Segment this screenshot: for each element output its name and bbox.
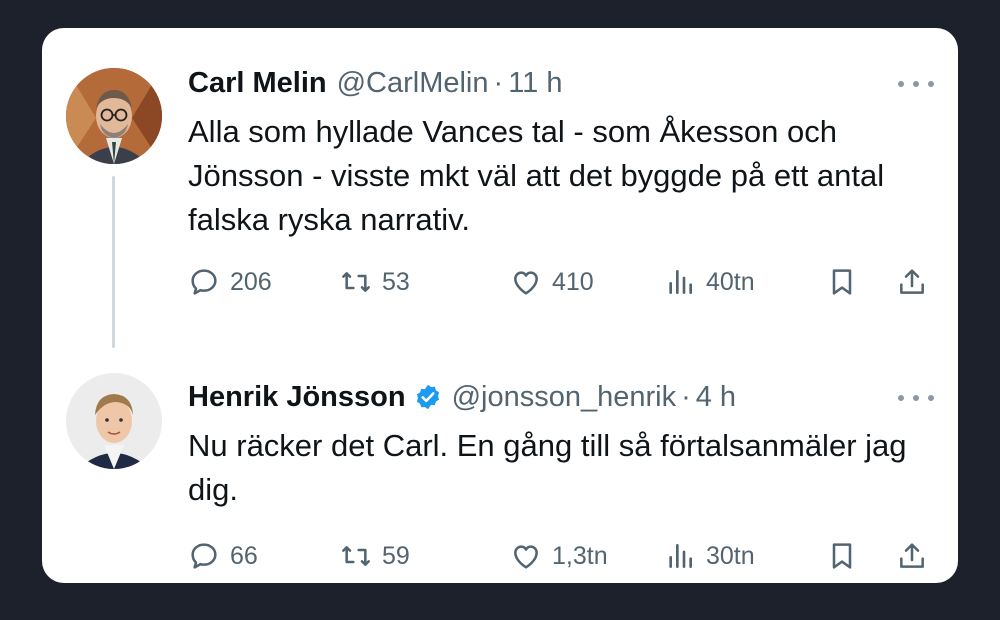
retweet-icon: [342, 546, 370, 566]
like-button[interactable]: 1,3tn: [510, 536, 608, 576]
tweet-actions: 66 59 1,3tn 30tn: [188, 536, 934, 576]
tweet-actions: 206 53 410 40tn: [188, 262, 934, 302]
bookmark-icon: [832, 543, 852, 569]
tweet-carl-melin[interactable]: Carl Melin @CarlMelin · 11 h Alla som hy…: [42, 28, 958, 348]
timestamp[interactable]: 4 h: [696, 380, 736, 414]
tweet-thread-card: Carl Melin @CarlMelin · 11 h Alla som hy…: [42, 28, 958, 583]
separator-dot: ·: [493, 67, 504, 99]
retweet-button[interactable]: 53: [340, 262, 410, 302]
tweet-header: Henrik Jönsson @jonsson_henrik · 4 h: [188, 380, 736, 414]
bookmark-button[interactable]: [826, 536, 858, 576]
reply-count: 206: [230, 267, 272, 296]
tweet-text: Alla som hyllade Vances tal - som Åkesso…: [188, 114, 885, 237]
views-icon: [669, 544, 692, 568]
more-icon[interactable]: [898, 74, 934, 94]
avatar[interactable]: [66, 68, 162, 164]
user-handle[interactable]: @CarlMelin: [337, 66, 489, 100]
bookmark-button[interactable]: [826, 262, 858, 302]
retweet-count: 59: [382, 541, 410, 570]
thread-connector-line: [112, 176, 115, 348]
views-button[interactable]: 30tn: [664, 536, 755, 576]
reply-button[interactable]: 66: [188, 536, 258, 576]
avatar-carl-image: [66, 68, 162, 164]
like-icon: [514, 545, 538, 569]
retweet-icon: [342, 272, 370, 292]
share-button[interactable]: [896, 536, 928, 576]
more-icon[interactable]: [898, 388, 934, 408]
separator-dot: ·: [681, 381, 691, 413]
retweet-count: 53: [382, 267, 410, 296]
views-icon: [669, 270, 692, 294]
tweet-text: Nu räcker det Carl. En gång till så fört…: [188, 428, 907, 507]
like-count: 1,3tn: [552, 541, 608, 570]
retweet-button[interactable]: 59: [340, 536, 410, 576]
share-icon: [900, 269, 924, 294]
views-button[interactable]: 40tn: [664, 262, 755, 302]
like-count: 410: [552, 267, 594, 296]
like-icon: [514, 271, 538, 295]
tweet-henrik-jonsson[interactable]: Henrik Jönsson @jonsson_henrik · 4 h Nu …: [42, 348, 958, 583]
share-icon: [900, 543, 924, 568]
verified-badge-icon[interactable]: [414, 383, 442, 411]
avatar-henrik-image: [66, 373, 162, 469]
tweet-header: Carl Melin @CarlMelin · 11 h: [188, 66, 562, 100]
reply-button[interactable]: 206: [188, 262, 272, 302]
bookmark-icon: [832, 269, 852, 295]
user-handle[interactable]: @jonsson_henrik: [452, 380, 677, 414]
views-count: 30tn: [706, 541, 755, 570]
reply-icon: [191, 269, 217, 295]
share-button[interactable]: [896, 262, 928, 302]
like-button[interactable]: 410: [510, 262, 594, 302]
reply-icon: [191, 543, 217, 569]
display-name[interactable]: Henrik Jönsson: [188, 380, 406, 414]
reply-count: 66: [230, 541, 258, 570]
display-name[interactable]: Carl Melin: [188, 66, 327, 100]
timestamp[interactable]: 11 h: [508, 66, 562, 100]
views-count: 40tn: [706, 267, 755, 296]
avatar[interactable]: [66, 373, 162, 469]
